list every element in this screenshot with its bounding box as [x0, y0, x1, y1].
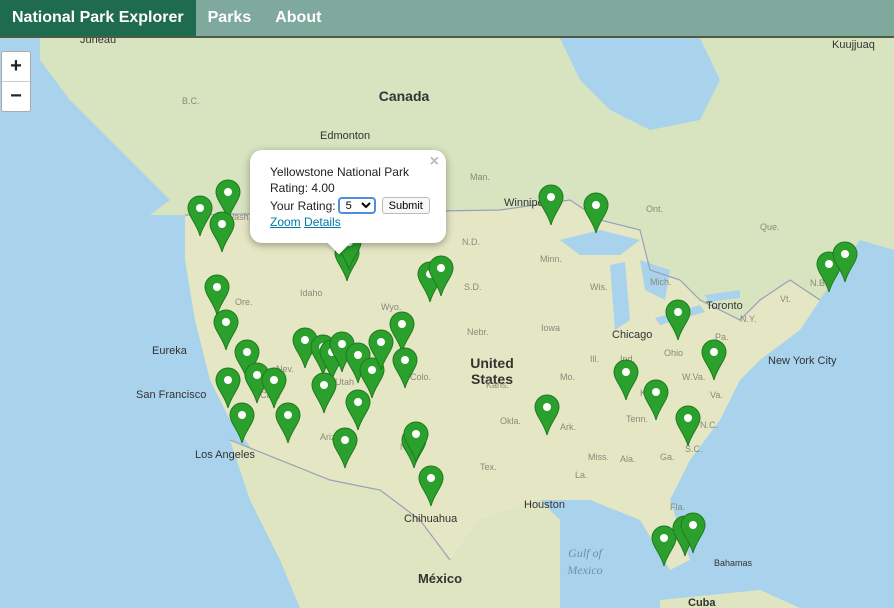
state-label: N.C. [700, 420, 718, 430]
close-icon[interactable]: × [430, 153, 439, 171]
state-label: Fla. [670, 502, 685, 512]
label-chihuahua: Chihuahua [404, 513, 458, 525]
popup-rate-row: Your Rating: 5 Submit [270, 197, 430, 214]
label-gulf-2: Mexico [566, 563, 602, 577]
state-label: Nebr. [467, 327, 489, 337]
zoom-link[interactable]: Zoom [270, 215, 301, 229]
state-label: B.C. [182, 96, 200, 106]
state-label: Colo. [410, 372, 431, 382]
label-edmonton: Edmonton [320, 130, 370, 142]
state-label: Que. [760, 222, 780, 232]
state-label: Miss. [588, 452, 609, 462]
label-chicago: Chicago [612, 329, 652, 341]
state-label: N.D. [462, 237, 480, 247]
state-label: Kans. [486, 380, 509, 390]
state-label: Wis. [590, 282, 608, 292]
state-label: Minn. [540, 254, 562, 264]
park-popup: × Yellowstone National Park Rating: 4.00… [250, 150, 446, 255]
state-label: Tex. [480, 462, 497, 472]
state-label: La. [575, 470, 588, 480]
label-eureka: Eureka [152, 345, 188, 357]
map-canvas[interactable]: Canada United States México Juneau Edmon… [0, 38, 894, 608]
details-link[interactable]: Details [304, 215, 341, 229]
nav-link-parks[interactable]: Parks [196, 0, 264, 36]
label-mexico: México [418, 571, 462, 586]
state-label: Ont. [646, 204, 663, 214]
state-label: Man. [470, 172, 490, 182]
state-label: Mich. [650, 277, 672, 287]
rating-select[interactable]: 5 [337, 197, 376, 214]
state-label: Utah [335, 377, 354, 387]
state-label: W.Va. [682, 372, 705, 382]
popup-rating: Rating: 4.00 [270, 181, 335, 195]
land-cuba [660, 590, 800, 608]
state-label: Ill. [590, 354, 599, 364]
map-view[interactable]: Canada United States México Juneau Edmon… [0, 38, 894, 608]
label-toronto: Toronto [706, 300, 743, 312]
label-san-francisco: San Francisco [136, 389, 206, 401]
state-label: Tenn. [626, 414, 648, 424]
state-label: Mo. [560, 372, 575, 382]
label-los-angeles: Los Angeles [195, 449, 255, 461]
navbar: National Park Explorer Parks About [0, 0, 894, 38]
label-united-states-1: United [470, 355, 514, 371]
state-label: Okla. [500, 416, 521, 426]
state-label: N.Y. [740, 314, 756, 324]
zoom-control: + − [1, 51, 31, 112]
state-label: Idaho [300, 288, 323, 298]
state-label: Wyo. [381, 302, 401, 312]
state-label: Ark. [560, 422, 576, 432]
your-rating-label: Your Rating: [270, 198, 336, 213]
state-label: Vt. [780, 294, 791, 304]
zoom-out-button[interactable]: − [2, 82, 30, 111]
label-canada: Canada [379, 88, 430, 104]
label-juneau: Juneau [80, 38, 116, 46]
submit-button[interactable]: Submit [381, 197, 430, 214]
zoom-in-button[interactable]: + [2, 52, 30, 82]
popup-links: Zoom Details [270, 215, 341, 229]
popup-park-name: Yellowstone National Park [270, 165, 409, 179]
state-label: Va. [710, 390, 723, 400]
state-label: S.D. [464, 282, 482, 292]
state-label: Iowa [541, 323, 560, 333]
state-label: Ga. [660, 452, 675, 462]
state-label: Ore. [235, 297, 253, 307]
state-label: Ala. [620, 454, 636, 464]
label-new-york-city: New York City [768, 355, 837, 367]
nav-link-about[interactable]: About [263, 0, 333, 36]
label-cuba: Cuba [688, 597, 716, 608]
brand-link[interactable]: National Park Explorer [0, 0, 196, 36]
label-bahamas: Bahamas [714, 558, 753, 568]
label-kuujjuaq: Kuujjuaq [832, 39, 875, 51]
label-gulf-1: Gulf of [568, 546, 603, 560]
state-label: Ohio [664, 348, 683, 358]
label-houston: Houston [524, 499, 565, 511]
